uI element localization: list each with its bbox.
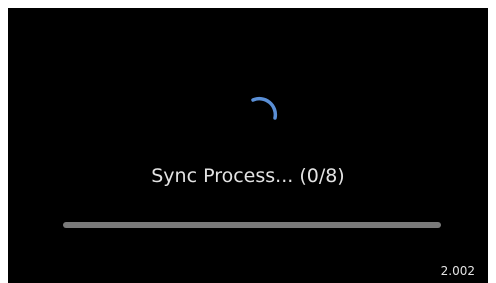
loading-spinner-icon (251, 96, 278, 120)
sync-screen: Sync Process... (0/8) 2.002 (8, 8, 488, 283)
spinner-arc (251, 96, 278, 120)
version-label: 2.002 (440, 264, 475, 278)
sync-status-text: Sync Process... (0/8) (151, 165, 345, 187)
sync-progress-bar (63, 222, 441, 228)
